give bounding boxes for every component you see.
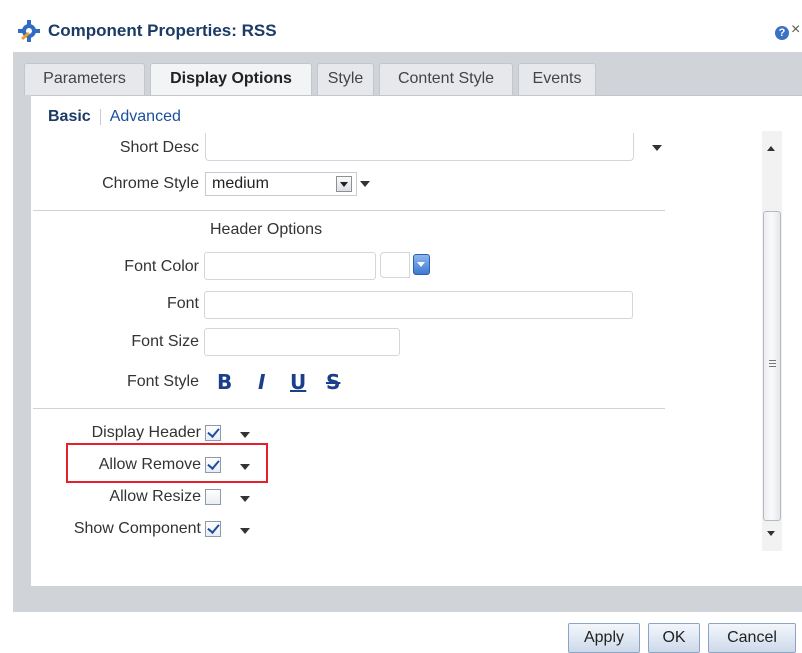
bold-icon[interactable]: B: [217, 370, 232, 394]
font-input[interactable]: [204, 291, 633, 319]
component-gear-icon: [18, 20, 40, 42]
subnav-advanced[interactable]: Advanced: [110, 108, 181, 126]
underline-icon[interactable]: U: [290, 370, 306, 394]
font-label: Font: [166, 295, 199, 312]
tab-parameters[interactable]: Parameters: [24, 63, 145, 95]
divider: [33, 408, 665, 409]
scrollbar-thumb[interactable]: [763, 211, 781, 521]
grip-icon: [769, 360, 776, 367]
scroll-down-icon[interactable]: [767, 531, 775, 536]
allow-resize-label: Allow Resize: [109, 488, 201, 505]
apply-button[interactable]: Apply: [568, 623, 640, 653]
short-desc-menu-icon[interactable]: [652, 145, 662, 151]
tab-events[interactable]: Events: [518, 63, 596, 95]
tab-content-style[interactable]: Content Style: [379, 63, 513, 95]
short-desc-label: Short Desc: [119, 139, 199, 156]
italic-icon[interactable]: I: [258, 370, 265, 394]
close-icon[interactable]: ×: [791, 21, 800, 39]
chrome-style-label: Chrome Style: [102, 175, 199, 192]
tab-display-options[interactable]: Display Options: [150, 63, 312, 96]
allow-resize-checkbox[interactable]: [205, 489, 221, 505]
font-size-label: Font Size: [131, 333, 199, 350]
display-header-label: Display Header: [91, 424, 201, 441]
chrome-style-value: medium: [212, 175, 269, 192]
font-color-label: Font Color: [124, 258, 199, 275]
strikethrough-icon[interactable]: S: [326, 370, 340, 394]
dialog-title: Component Properties: RSS: [48, 21, 277, 40]
font-color-swatch[interactable]: [380, 252, 410, 278]
scroll-up-icon[interactable]: [767, 146, 775, 151]
color-picker-dropdown-icon[interactable]: [413, 254, 430, 275]
chevron-down-icon[interactable]: [336, 176, 352, 192]
vertical-scrollbar[interactable]: [762, 131, 782, 551]
display-header-menu-icon[interactable]: [240, 432, 250, 438]
display-header-checkbox[interactable]: [205, 425, 221, 441]
subnav-basic[interactable]: Basic: [48, 108, 91, 126]
allow-resize-menu-icon[interactable]: [240, 496, 250, 502]
divider: [33, 210, 665, 211]
dialog-title-bar: Component Properties: RSS: [18, 18, 277, 44]
font-color-input[interactable]: [204, 252, 376, 280]
ok-button[interactable]: OK: [648, 623, 700, 653]
subnav: Basic Advanced: [48, 108, 181, 126]
header-options-title: Header Options: [210, 221, 323, 238]
chrome-style-menu-icon[interactable]: [360, 181, 370, 187]
show-component-label: Show Component: [73, 520, 201, 537]
allow-remove-highlight: [66, 443, 268, 483]
short-desc-input[interactable]: [205, 133, 634, 161]
show-component-menu-icon[interactable]: [240, 528, 250, 534]
chrome-style-select[interactable]: medium: [205, 172, 357, 196]
font-size-input[interactable]: [204, 328, 400, 356]
font-style-label: Font Style: [126, 373, 199, 390]
tab-style[interactable]: Style: [317, 63, 374, 95]
show-component-checkbox[interactable]: [205, 521, 221, 537]
cancel-button[interactable]: Cancel: [708, 623, 796, 653]
help-icon[interactable]: ?: [775, 26, 789, 40]
subnav-divider: [99, 109, 101, 125]
